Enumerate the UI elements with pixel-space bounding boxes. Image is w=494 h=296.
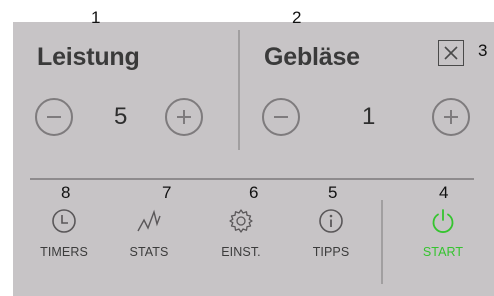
minus-icon: [274, 116, 288, 118]
nav-timers-label: TIMERS: [40, 245, 88, 259]
fan-value: 1: [362, 103, 376, 130]
power-decrease-button[interactable]: [35, 98, 73, 136]
plus-icon: [177, 110, 191, 124]
plus-icon: [444, 110, 458, 124]
callout-6: 6: [249, 183, 259, 202]
callout-2: 2: [292, 8, 302, 27]
power-icon: [432, 209, 454, 233]
callout-8: 8: [61, 183, 71, 202]
nav-settings-label: EINST.: [221, 245, 261, 259]
callout-1: 1: [91, 8, 101, 27]
info-icon: [319, 209, 343, 233]
callout-3: 3: [478, 41, 488, 60]
section-divider: [238, 30, 240, 150]
start-label: START: [422, 245, 464, 259]
callout-5: 5: [328, 183, 338, 202]
callout-7: 7: [162, 183, 172, 202]
start-button[interactable]: START: [403, 208, 483, 259]
fan-increase-button[interactable]: [432, 98, 470, 136]
fan-decrease-button[interactable]: [262, 98, 300, 136]
nav-stats-label: STATS: [129, 245, 169, 259]
minus-icon: [47, 116, 61, 118]
power-title: Leistung: [37, 43, 140, 71]
close-icon: [444, 46, 458, 60]
fan-title: Gebläse: [264, 43, 360, 71]
nav-settings[interactable]: EINST.: [201, 208, 281, 259]
gear-icon: [229, 209, 253, 233]
stats-graph-icon: [137, 209, 161, 232]
nav-tips[interactable]: TIPPS: [291, 208, 371, 259]
nav-tips-label: TIPPS: [312, 245, 350, 259]
power-increase-button[interactable]: [165, 98, 203, 136]
start-divider: [381, 200, 383, 284]
clock-icon: [52, 209, 76, 233]
nav-timers[interactable]: TIMERS: [24, 208, 104, 259]
horizontal-divider: [30, 178, 474, 180]
callout-4: 4: [439, 183, 449, 202]
close-button[interactable]: [438, 40, 464, 66]
nav-stats[interactable]: STATS: [109, 208, 189, 259]
power-value: 5: [114, 103, 128, 130]
